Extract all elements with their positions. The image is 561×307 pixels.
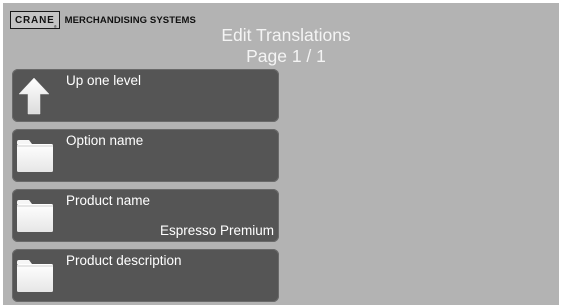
up-one-level-button[interactable]: Up one level — [12, 69, 279, 122]
company-name: MERCHANDISING SYSTEMS — [64, 14, 196, 26]
option-name-folder[interactable]: Option name — [12, 129, 279, 182]
folder-icon — [17, 200, 53, 232]
page-title: Edit Translations — [221, 25, 351, 45]
folder-icon — [17, 140, 53, 172]
crane-logo: CRANE ® MERCHANDISING SYSTEMS — [10, 11, 196, 29]
product-name-folder[interactable]: Product name Espresso Premium — [12, 189, 279, 242]
arrow-up-icon — [18, 77, 50, 115]
item-current-value: Espresso Premium — [159, 223, 274, 238]
logo-mark-box: CRANE ® — [10, 11, 60, 29]
item-label: Up one level — [66, 73, 142, 88]
product-description-folder[interactable]: Product description — [12, 249, 279, 302]
page-indicator: Page 1 / 1 — [246, 46, 326, 66]
registered-mark: ® — [53, 24, 58, 29]
item-label: Product description — [66, 253, 182, 268]
item-label: Product name — [66, 193, 151, 208]
item-label: Option name — [66, 133, 144, 148]
translation-screen: CRANE ® MERCHANDISING SYSTEMS Edit Transl… — [3, 3, 559, 305]
logo-word: CRANE — [15, 15, 55, 26]
folder-icon — [17, 260, 53, 292]
